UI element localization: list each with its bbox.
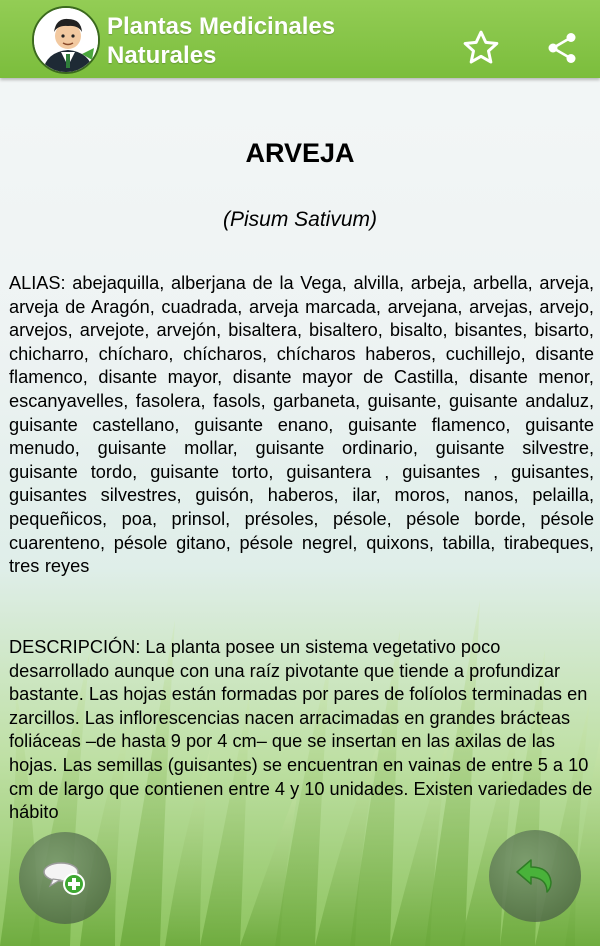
share-icon bbox=[548, 33, 576, 63]
app-bar: Plantas Medicinales Naturales bbox=[0, 0, 600, 78]
star-outline-icon bbox=[463, 30, 499, 64]
scientific-name: (Pisum Sativum) bbox=[222, 208, 378, 231]
add-comment-button[interactable] bbox=[19, 832, 111, 924]
doctor-logo-icon bbox=[34, 8, 98, 72]
plant-name: ARVEJA bbox=[245, 138, 355, 168]
plant-detail[interactable]: ARVEJA (Pisum Sativum) ALIAS: abejaquill… bbox=[0, 78, 600, 830]
back-arrow-icon bbox=[516, 859, 552, 893]
back-button[interactable] bbox=[489, 830, 581, 922]
app-logo[interactable] bbox=[32, 6, 100, 74]
favorite-button[interactable] bbox=[459, 26, 503, 70]
share-button[interactable] bbox=[540, 26, 584, 70]
app-title: Plantas Medicinales Naturales bbox=[107, 13, 336, 69]
alias-paragraph: ALIAS: abejaquilla, alberjana de la Vega… bbox=[9, 273, 594, 577]
description-paragraph: DESCRIPCIÓN: La planta posee un sistema … bbox=[9, 637, 593, 823]
add-comment-icon bbox=[43, 862, 85, 895]
